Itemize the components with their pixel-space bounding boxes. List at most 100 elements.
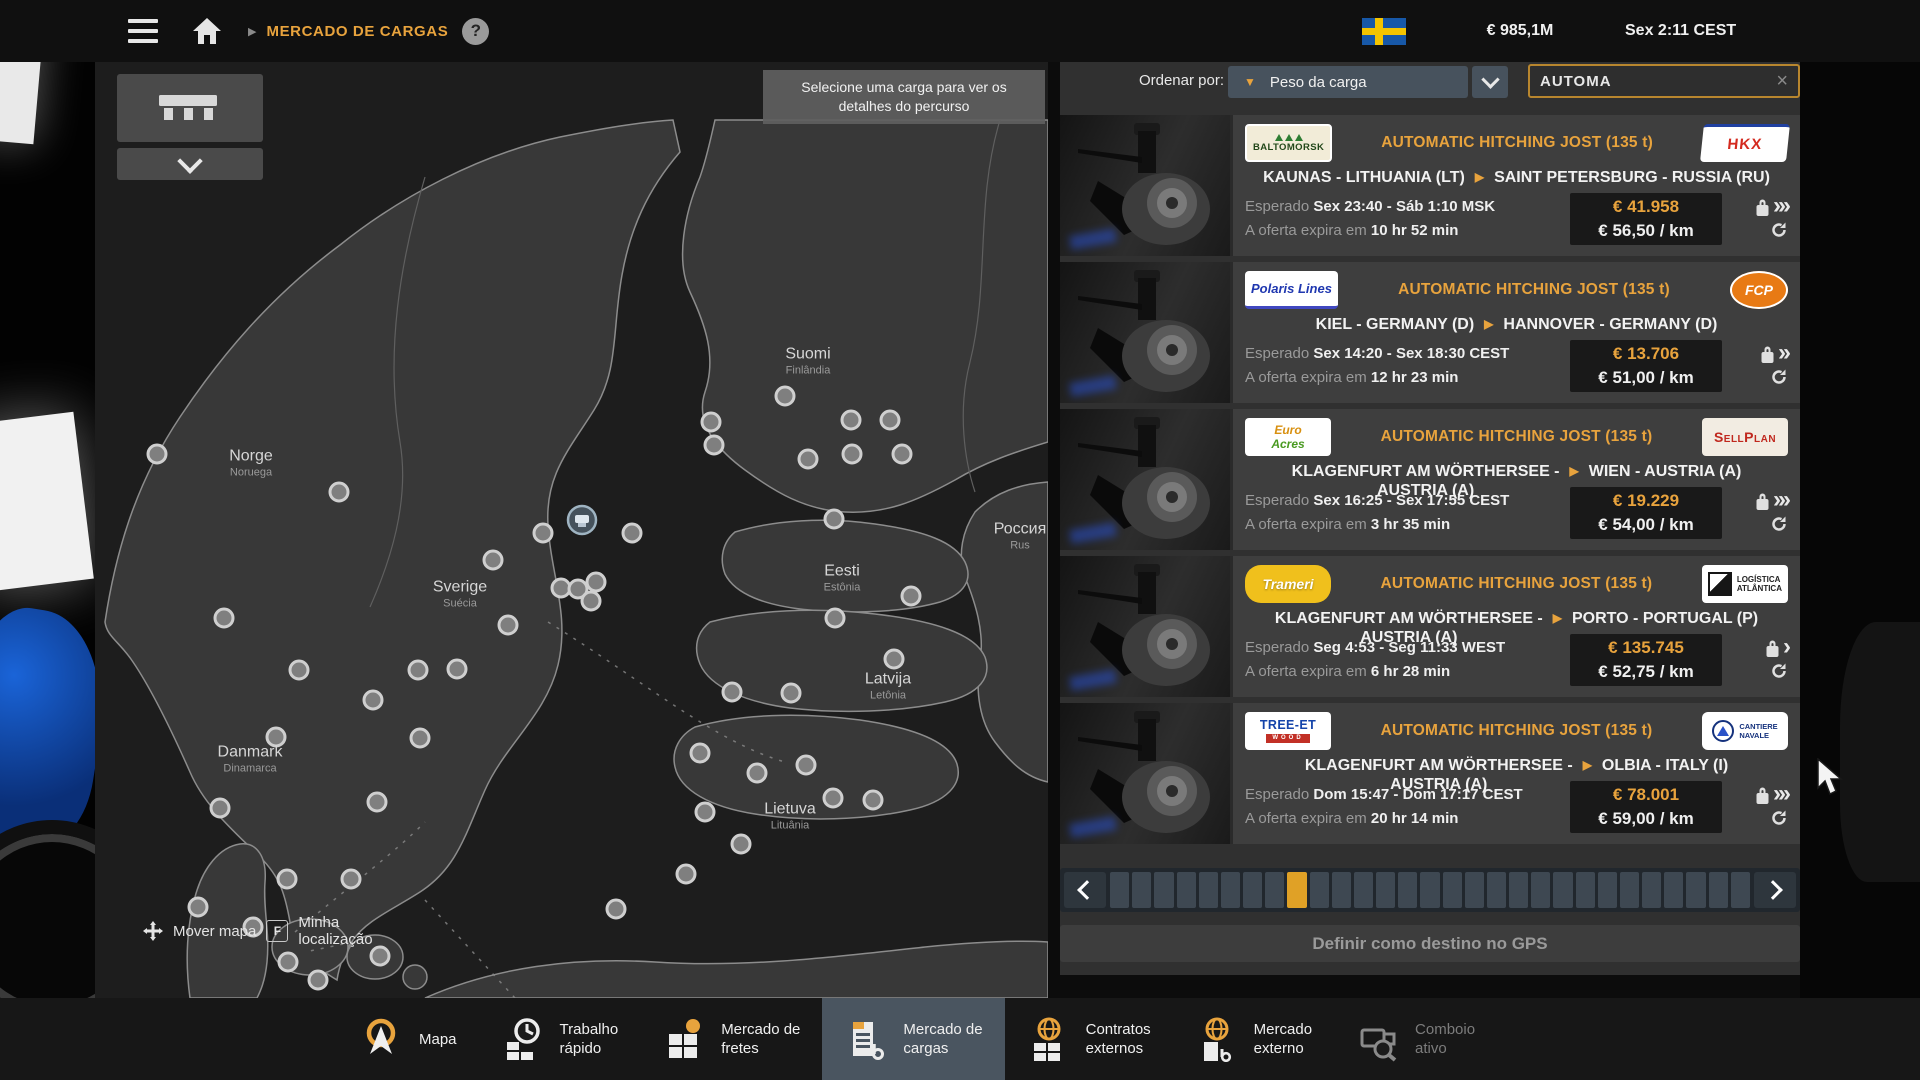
city-marker[interactable]: [364, 691, 382, 709]
menu-icon[interactable]: [128, 19, 158, 43]
page-slat[interactable]: [1465, 872, 1484, 908]
set-gps-destination-button[interactable]: Definir como destino no GPS: [1060, 925, 1800, 962]
receiver-company-logo: HKX: [1700, 124, 1790, 162]
collapse-button[interactable]: [117, 148, 263, 180]
city-marker[interactable]: [409, 661, 427, 679]
page-slat[interactable]: [1154, 872, 1173, 908]
help-button[interactable]: ?: [462, 18, 489, 45]
city-marker[interactable]: [902, 587, 920, 605]
cargo-offer-row[interactable]: Euro Acres AUTOMATIC HITCHING JOST (135 …: [1060, 409, 1800, 550]
page-slat[interactable]: [1620, 872, 1639, 908]
page-slat[interactable]: [1576, 872, 1595, 908]
page-slat[interactable]: [1376, 872, 1395, 908]
page-slat[interactable]: [1332, 872, 1351, 908]
city-marker[interactable]: [215, 609, 233, 627]
page-slat[interactable]: [1420, 872, 1439, 908]
nav-cargo-market[interactable]: Mercado decargas: [822, 998, 1004, 1080]
page-slat[interactable]: [1243, 872, 1262, 908]
nav-external-market[interactable]: Mercadoexterno: [1173, 998, 1334, 1080]
city-marker[interactable]: [702, 413, 720, 431]
page-slat[interactable]: [1664, 872, 1683, 908]
nav-map[interactable]: Mapa: [338, 998, 479, 1080]
city-marker[interactable]: [691, 744, 709, 762]
city-marker[interactable]: [534, 524, 552, 542]
city-marker[interactable]: [448, 660, 466, 678]
city-marker[interactable]: [211, 799, 229, 817]
page-slat[interactable]: [1686, 872, 1705, 908]
city-marker[interactable]: [705, 436, 723, 454]
city-marker[interactable]: [330, 483, 348, 501]
page-slat[interactable]: [1553, 872, 1572, 908]
page-slat[interactable]: [1731, 872, 1750, 908]
page-slat[interactable]: [1709, 872, 1728, 908]
city-marker[interactable]: [723, 683, 741, 701]
city-marker[interactable]: [499, 616, 517, 634]
page-slat[interactable]: [1531, 872, 1550, 908]
city-marker[interactable]: [732, 835, 750, 853]
page-slat[interactable]: [1642, 872, 1661, 908]
city-marker[interactable]: [881, 411, 899, 429]
city-marker[interactable]: [309, 971, 327, 989]
city-marker[interactable]: [582, 592, 600, 610]
page-slat[interactable]: [1287, 872, 1306, 908]
clear-search-icon[interactable]: ×: [1776, 70, 1788, 93]
city-marker[interactable]: [552, 579, 570, 597]
city-marker[interactable]: [885, 650, 903, 668]
search-input[interactable]: [1530, 73, 1776, 90]
city-marker[interactable]: [411, 729, 429, 747]
cargo-offer-row[interactable]: TREE-ET WOOD AUTOMATIC HITCHING JOST (13…: [1060, 703, 1800, 844]
cargo-offer-row[interactable]: Trameri AUTOMATIC HITCHING JOST (135 t) …: [1060, 556, 1800, 697]
city-marker[interactable]: [623, 524, 641, 542]
city-marker[interactable]: [371, 947, 389, 965]
page-slat[interactable]: [1487, 872, 1506, 908]
city-marker[interactable]: [607, 900, 625, 918]
page-slat[interactable]: [1598, 872, 1617, 908]
city-marker[interactable]: [893, 445, 911, 463]
city-marker[interactable]: [148, 445, 166, 463]
next-page-button[interactable]: [1754, 872, 1796, 908]
page-slat[interactable]: [1132, 872, 1151, 908]
city-marker[interactable]: [782, 684, 800, 702]
sort-direction-button[interactable]: [1472, 66, 1508, 98]
city-marker[interactable]: [776, 387, 794, 405]
page-slat[interactable]: [1354, 872, 1373, 908]
nav-quick-job[interactable]: Trabalhorápido: [479, 998, 641, 1080]
home-icon[interactable]: [192, 17, 222, 45]
city-marker[interactable]: [290, 661, 308, 679]
city-marker[interactable]: [484, 551, 502, 569]
city-marker[interactable]: [278, 870, 296, 888]
city-marker[interactable]: [267, 728, 285, 746]
page-slat[interactable]: [1110, 872, 1129, 908]
page-slat[interactable]: [1265, 872, 1284, 908]
page-slat[interactable]: [1177, 872, 1196, 908]
city-marker[interactable]: [587, 573, 605, 591]
city-marker[interactable]: [368, 793, 386, 811]
page-slat[interactable]: [1398, 872, 1417, 908]
map-panel[interactable]: .city-dot{fill:#7f7f7f;stroke:#cfcfcf;st…: [95, 62, 1048, 998]
city-marker[interactable]: [825, 510, 843, 528]
sort-dropdown[interactable]: ▼ Peso da carga: [1228, 66, 1468, 98]
city-marker[interactable]: [799, 450, 817, 468]
page-slat[interactable]: [1221, 872, 1240, 908]
city-marker[interactable]: [279, 953, 297, 971]
city-marker[interactable]: [843, 445, 861, 463]
nav-freight-market[interactable]: Mercado defretes: [640, 998, 822, 1080]
city-marker[interactable]: [824, 789, 842, 807]
city-marker[interactable]: [826, 609, 844, 627]
city-marker[interactable]: [842, 411, 860, 429]
city-marker[interactable]: [864, 791, 882, 809]
previous-page-button[interactable]: [1064, 872, 1106, 908]
page-slat[interactable]: [1443, 872, 1462, 908]
nav-external-contracts[interactable]: Contratosexternos: [1005, 998, 1173, 1080]
city-marker[interactable]: [342, 870, 360, 888]
city-marker[interactable]: [696, 803, 714, 821]
city-marker[interactable]: [797, 756, 815, 774]
page-slat[interactable]: [1310, 872, 1329, 908]
cargo-offer-row[interactable]: Polaris Lines AUTOMATIC HITCHING JOST (1…: [1060, 262, 1800, 403]
page-slat[interactable]: [1509, 872, 1528, 908]
city-marker[interactable]: [677, 865, 695, 883]
page-slat[interactable]: [1199, 872, 1218, 908]
cargo-offer-row[interactable]: BALTOMORSK AUTOMATIC HITCHING JOST (135 …: [1060, 115, 1800, 256]
trailer-selector-button[interactable]: [117, 74, 263, 142]
city-marker[interactable]: [748, 764, 766, 782]
